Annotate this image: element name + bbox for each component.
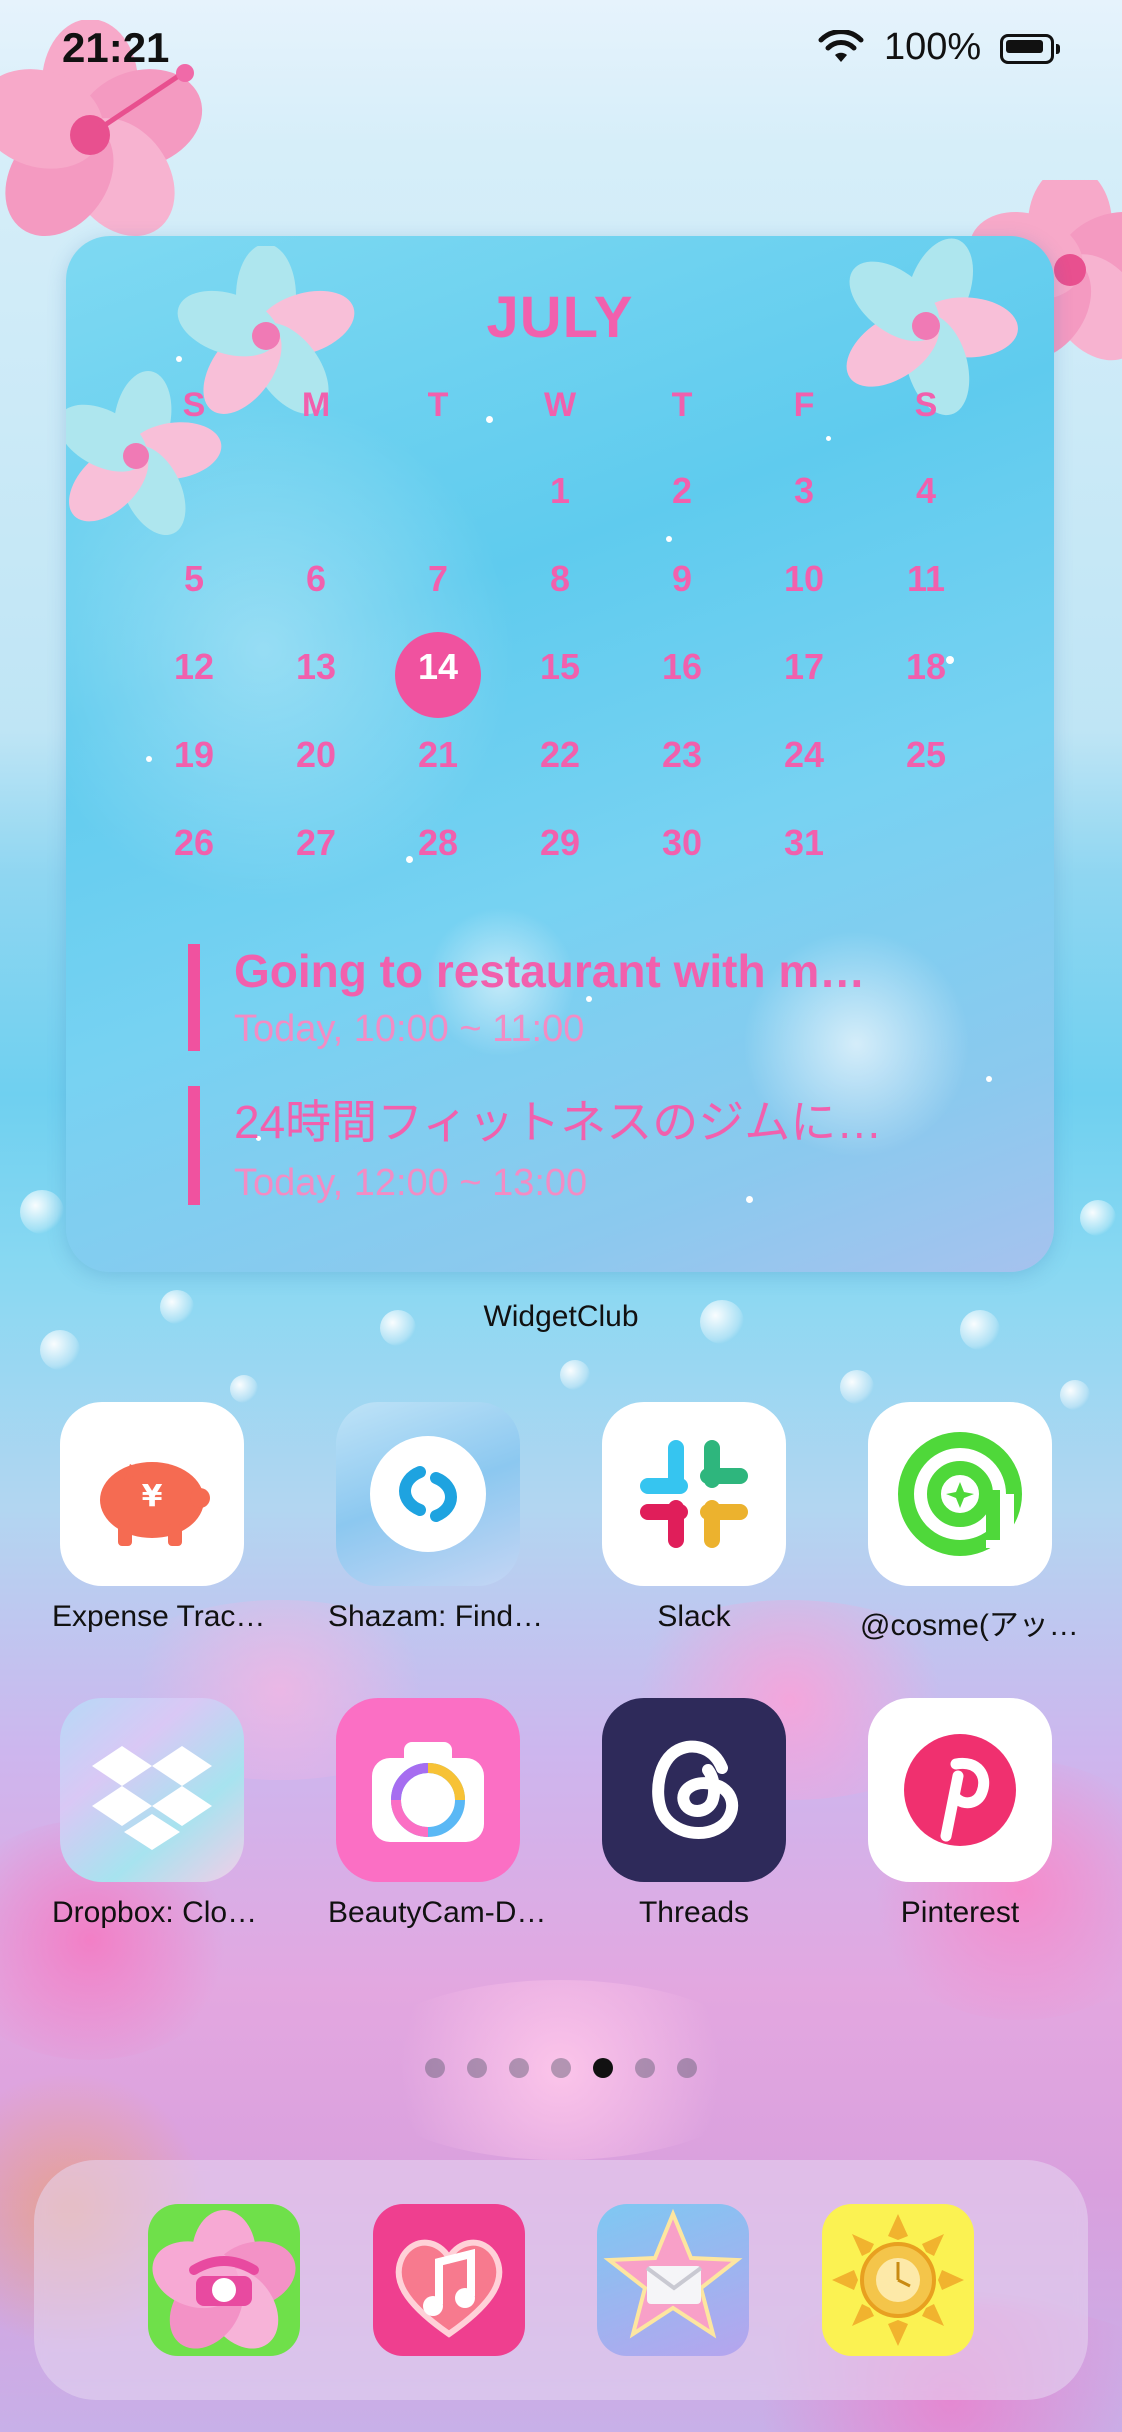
page-dot bbox=[425, 2058, 445, 2078]
calendar-day: 25 bbox=[905, 734, 947, 775]
app-label: Expense Trac… bbox=[52, 1600, 266, 1633]
calendar-day: 6 bbox=[305, 558, 327, 599]
weekday-label: S bbox=[914, 386, 938, 424]
calendar-day: 31 bbox=[783, 822, 825, 863]
dropbox-icon bbox=[60, 1698, 244, 1882]
slack-icon bbox=[602, 1402, 786, 1586]
app-pinterest[interactable]: Pinterest bbox=[860, 1698, 1060, 1930]
music-icon bbox=[395, 2239, 503, 2338]
calendar-day: 8 bbox=[549, 558, 571, 599]
dock-compass[interactable] bbox=[822, 2204, 974, 2356]
phone-icon bbox=[152, 2210, 296, 2349]
weekday-label: W bbox=[543, 386, 577, 424]
cosme-icon bbox=[868, 1402, 1052, 1586]
dock-music[interactable] bbox=[373, 2204, 525, 2356]
calendar-day: 12 bbox=[173, 646, 215, 687]
weekday-label: T bbox=[671, 386, 693, 424]
weekday-label: T bbox=[427, 386, 449, 424]
app-label: @cosme(アッ… bbox=[860, 1609, 1079, 1642]
camera-icon bbox=[336, 1698, 520, 1882]
svg-text:¥: ¥ bbox=[142, 1479, 163, 1514]
event-title: 24時間フィットネスのジムに… bbox=[234, 1096, 883, 1148]
calendar-day: 2 bbox=[671, 470, 693, 511]
page-indicator[interactable] bbox=[0, 2058, 1122, 2082]
calendar-day: 23 bbox=[661, 734, 703, 775]
calendar-month: JULY bbox=[486, 285, 634, 350]
app-expense-tracker[interactable]: ¥ Expense Trac… bbox=[52, 1402, 266, 1634]
calendar-day: 7 bbox=[427, 558, 449, 599]
calendar-day: 24 bbox=[783, 734, 825, 775]
calendar-day: 27 bbox=[295, 822, 337, 863]
threads-icon bbox=[602, 1698, 786, 1882]
widget-label: WidgetClub bbox=[483, 1300, 639, 1333]
calendar-day: 19 bbox=[173, 734, 215, 775]
app-beautycam[interactable]: BeautyCam-D… bbox=[328, 1698, 547, 1930]
calendar-day: 9 bbox=[671, 558, 693, 599]
page-dot bbox=[635, 2058, 655, 2078]
shazam-icon bbox=[336, 1402, 520, 1586]
calendar-day: 11 bbox=[906, 558, 946, 599]
calendar-day: 18 bbox=[905, 646, 947, 687]
app-label: BeautyCam-D… bbox=[328, 1896, 547, 1929]
clock: 21:21 bbox=[62, 24, 170, 71]
compass-icon bbox=[832, 2214, 964, 2346]
app-cosme[interactable]: @cosme(アッ… bbox=[860, 1402, 1079, 1644]
mail-icon bbox=[603, 2208, 743, 2339]
app-shazam[interactable]: Shazam: Find… bbox=[328, 1402, 544, 1634]
app-slack[interactable]: Slack bbox=[594, 1402, 794, 1634]
app-threads[interactable]: Threads bbox=[594, 1698, 794, 1930]
calendar-day: 26 bbox=[173, 822, 215, 863]
battery-percentage: 100% bbox=[884, 26, 982, 68]
calendar-day: 16 bbox=[661, 646, 703, 687]
status-bar: 21:21 100% bbox=[0, 0, 1122, 100]
calendar-day: 21 bbox=[417, 734, 459, 775]
app-label: Pinterest bbox=[900, 1896, 1020, 1929]
app-label: Threads bbox=[638, 1896, 750, 1929]
page-dot bbox=[677, 2058, 697, 2078]
page-dot bbox=[509, 2058, 529, 2078]
calendar-event[interactable]: 24時間フィットネスのジムに… Today, 12:00 ~ 13:00 bbox=[188, 1086, 1054, 1205]
piggy-bank-icon: ¥ bbox=[60, 1402, 244, 1586]
calendar-day: 4 bbox=[915, 470, 937, 511]
event-time: Today, 10:00 ~ 11:00 bbox=[234, 1008, 585, 1050]
pinterest-icon bbox=[868, 1698, 1052, 1882]
weekday-label: S bbox=[182, 386, 206, 424]
calendar-day: 13 bbox=[295, 646, 337, 687]
calendar-day: 17 bbox=[783, 646, 825, 687]
calendar-day: 29 bbox=[539, 822, 581, 863]
app-dropbox[interactable]: Dropbox: Clo… bbox=[52, 1698, 258, 1930]
calendar-day: 22 bbox=[539, 734, 581, 775]
event-title: Going to restaurant with m… bbox=[234, 945, 866, 997]
calendar-day: 1 bbox=[549, 470, 571, 511]
weekday-label: F bbox=[793, 386, 815, 424]
calendar-day: 15 bbox=[539, 646, 581, 687]
page-dot bbox=[467, 2058, 487, 2078]
calendar-day: 10 bbox=[783, 558, 825, 599]
calendar-day: 20 bbox=[295, 734, 337, 775]
wifi-icon bbox=[818, 30, 864, 62]
calendar-day: 3 bbox=[793, 470, 815, 511]
event-time: Today, 12:00 ~ 13:00 bbox=[234, 1162, 588, 1204]
page-dot-active bbox=[593, 2058, 613, 2078]
calendar-day: 5 bbox=[183, 558, 205, 599]
app-label: Shazam: Find… bbox=[328, 1600, 544, 1633]
app-label: Slack bbox=[657, 1600, 731, 1633]
calendar-event[interactable]: Going to restaurant with m… Today, 10:00… bbox=[188, 944, 1054, 1051]
calendar-day: 28 bbox=[417, 822, 459, 863]
calendar-widget[interactable]: JULY S M T W T F S 1 2 3 4 5 6 7 8 9 10 11 12 13 14 15… bbox=[66, 236, 1054, 1272]
dock-phone[interactable] bbox=[148, 2204, 300, 2356]
calendar-day-today: 14 bbox=[417, 646, 459, 687]
dock-mail[interactable] bbox=[597, 2204, 749, 2356]
calendar-day: 30 bbox=[661, 822, 703, 863]
weekday-label: M bbox=[301, 386, 331, 424]
app-label: Dropbox: Clo… bbox=[52, 1896, 258, 1929]
battery-icon bbox=[1000, 34, 1060, 64]
page-dot bbox=[551, 2058, 571, 2078]
